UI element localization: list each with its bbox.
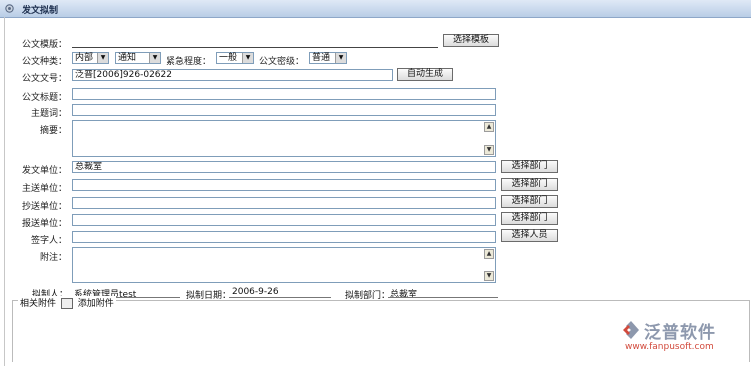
signer-field[interactable] [72, 231, 496, 243]
left-border [4, 17, 5, 366]
title-label: 公文标题： [21, 93, 67, 103]
signer-label: 签字人： [30, 236, 67, 246]
dept-value: 总裁室 [390, 290, 418, 300]
settings-icon [5, 4, 14, 13]
category-select[interactable]: 内部 ▼ [72, 52, 109, 64]
chevron-down-icon: ▼ [335, 53, 346, 63]
note-textarea[interactable]: ▲ ▼ [72, 247, 496, 283]
title-field[interactable] [72, 88, 496, 100]
window-titlebar: 发文拟制 [0, 0, 751, 18]
to-field[interactable] [72, 179, 496, 191]
secrecy-select[interactable]: 普通 ▼ [309, 52, 347, 64]
attachments-group-label: 相关附件 添加附件 [18, 296, 116, 309]
urgency-select[interactable]: 一般 ▼ [216, 52, 254, 64]
scroll-up-icon[interactable]: ▲ [484, 249, 494, 259]
report-field[interactable] [72, 214, 496, 226]
subject-field[interactable] [72, 104, 496, 116]
scroll-down-icon[interactable]: ▼ [484, 145, 494, 155]
attachment-icon [60, 298, 73, 309]
scroll-down-icon[interactable]: ▼ [484, 271, 494, 281]
scroll-up-icon[interactable]: ▲ [484, 122, 494, 132]
abstract-scrollbar[interactable]: ▲ ▼ [484, 122, 494, 155]
date-value: 2006-9-26 [232, 287, 279, 297]
urgency-label: 紧急程度： [166, 57, 212, 67]
select-template-button[interactable]: 选择模板 [443, 34, 499, 47]
doc-type-select[interactable]: 通知 ▼ [115, 52, 161, 64]
issuer-select-dept-button[interactable]: 选择部门 [501, 160, 558, 173]
docno-label: 公文文号： [21, 74, 67, 84]
docno-field[interactable]: 泛普[2006]926-02622 [72, 69, 393, 81]
cc-field[interactable] [72, 197, 496, 209]
to-label: 主送单位： [21, 184, 67, 194]
category-label: 公文种类： [21, 57, 67, 67]
chevron-down-icon: ▼ [242, 53, 253, 63]
template-underline [72, 47, 438, 48]
urgency-value: 一般 [219, 53, 238, 63]
category-value: 内部 [75, 53, 94, 63]
note-scrollbar[interactable]: ▲ ▼ [484, 249, 494, 281]
brand-logo: 泛普软件 www.fanpusoft.com [620, 318, 748, 358]
subject-label: 主题词： [30, 109, 67, 119]
abstract-textarea[interactable]: ▲ ▼ [72, 120, 496, 157]
window-title: 发文拟制 [22, 6, 59, 16]
template-label: 公文模版： [21, 40, 67, 50]
secrecy-label: 公文密级： [259, 57, 305, 67]
auto-generate-button[interactable]: 自动生成 [397, 68, 453, 81]
cc-label: 抄送单位： [21, 202, 67, 212]
report-select-dept-button[interactable]: 选择部门 [501, 212, 558, 225]
logo-name: 泛普软件 [644, 323, 716, 343]
to-select-dept-button[interactable]: 选择部门 [501, 178, 558, 191]
cc-select-dept-button[interactable]: 选择部门 [501, 195, 558, 208]
attachments-title: 相关附件 [20, 299, 57, 309]
chevron-down-icon: ▼ [149, 53, 160, 63]
report-label: 报送单位： [21, 219, 67, 229]
abstract-label: 摘要： [39, 126, 67, 136]
signer-select-person-button[interactable]: 选择人员 [501, 229, 558, 242]
chevron-down-icon: ▼ [97, 53, 108, 63]
date-underline [229, 297, 331, 298]
issuer-label: 发文单位： [21, 166, 67, 176]
logo-url: www.fanpusoft.com [625, 342, 714, 352]
dept-underline [388, 297, 498, 298]
issuer-field[interactable]: 总裁室 [72, 161, 496, 173]
doc-type-value: 通知 [118, 53, 137, 63]
note-label: 附注： [39, 253, 67, 263]
secrecy-value: 普通 [312, 53, 331, 63]
logo-mark-icon [623, 321, 639, 339]
add-attachment-link[interactable]: 添加附件 [78, 299, 114, 309]
